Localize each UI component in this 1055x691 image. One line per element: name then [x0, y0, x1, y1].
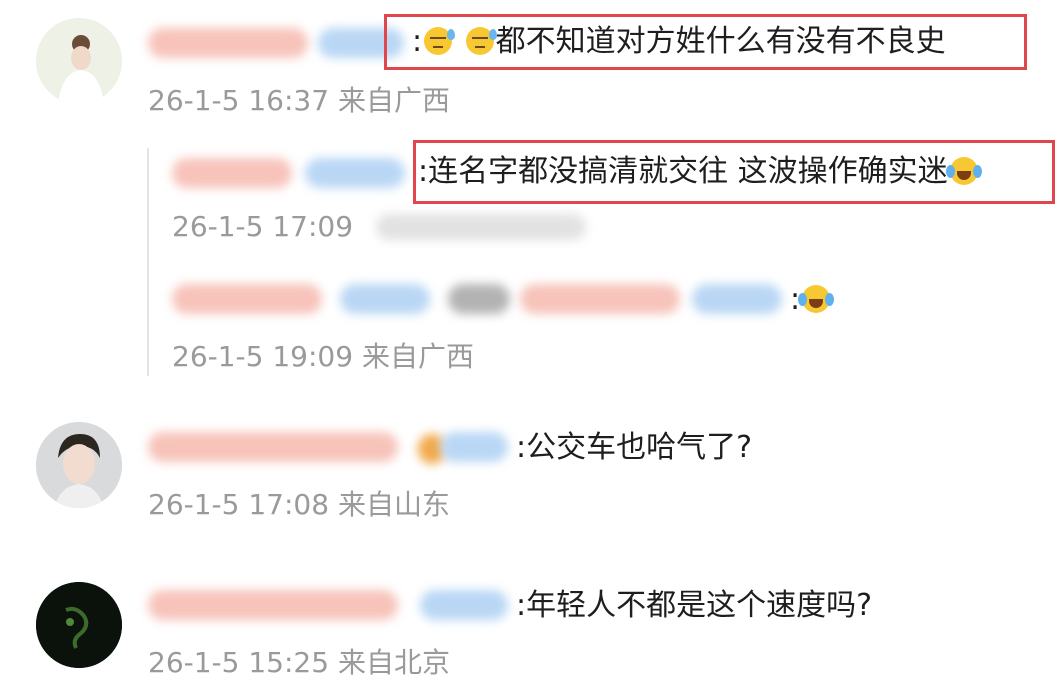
comment-time: 26-1-5 15:25 来自北京 [148, 646, 450, 679]
comment-text: : 都不知道对方姓什么有没有不良史 [412, 24, 946, 59]
comment-time: 26-1-5 16:37 来自广西 [148, 84, 450, 117]
sweat-emoji-icon [424, 27, 456, 55]
reply-badge-blurred [305, 158, 405, 188]
cry-laugh-emoji-icon [798, 285, 835, 313]
location-blurred [376, 214, 586, 240]
reply-time: 26-1-5 19:09 来自广西 [172, 340, 474, 373]
reply-username-blurred[interactable] [172, 284, 322, 314]
reply-text: :连名字都没搞清就交往 这波操作确实迷 [418, 154, 982, 190]
avatar[interactable] [36, 422, 122, 508]
comment-text: :年轻人不都是这个速度吗? [516, 588, 873, 623]
username-blurred[interactable] [148, 590, 398, 620]
reply-text: : [790, 282, 835, 318]
reply-thread-line [147, 148, 149, 376]
reply-username-blurred[interactable] [172, 158, 292, 188]
reply-target-badge-blurred [692, 284, 782, 314]
comment-text: :公交车也哈气了? [516, 430, 753, 465]
cry-laugh-emoji-icon [945, 157, 982, 185]
comment-time: 26-1-5 17:08 来自山东 [148, 488, 450, 521]
reply-badge-blurred [340, 284, 430, 314]
username-blurred[interactable] [148, 432, 398, 462]
sweat-emoji-icon [465, 27, 497, 55]
username-blurred[interactable] [148, 28, 308, 58]
reply-target-blurred[interactable] [520, 284, 680, 314]
avatar[interactable] [36, 582, 122, 668]
badge-blurred [440, 432, 508, 462]
reply-time: 26-1-5 17:09 [172, 210, 354, 243]
badge-blurred [420, 590, 508, 620]
avatar[interactable] [36, 18, 122, 104]
reply-avatar-blurred [448, 284, 510, 314]
